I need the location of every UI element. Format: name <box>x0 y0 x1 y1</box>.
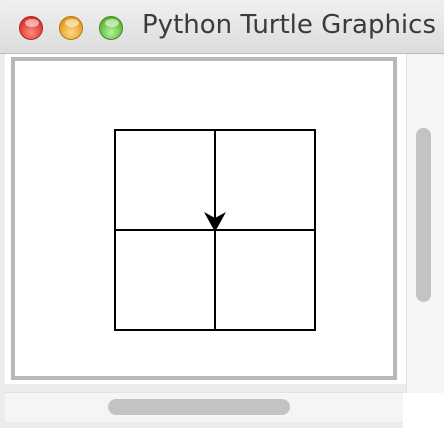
turtle-window: Python Turtle Graphics <box>0 0 444 428</box>
scrollbar-corner <box>403 393 444 428</box>
turtle-drawing <box>114 129 316 331</box>
vertical-scrollbar-thumb[interactable] <box>416 128 431 302</box>
vertical-scrollbar[interactable] <box>406 54 444 393</box>
horizontal-scrollbar[interactable] <box>5 392 403 422</box>
horizontal-scrollbar-thumb[interactable] <box>108 399 290 415</box>
